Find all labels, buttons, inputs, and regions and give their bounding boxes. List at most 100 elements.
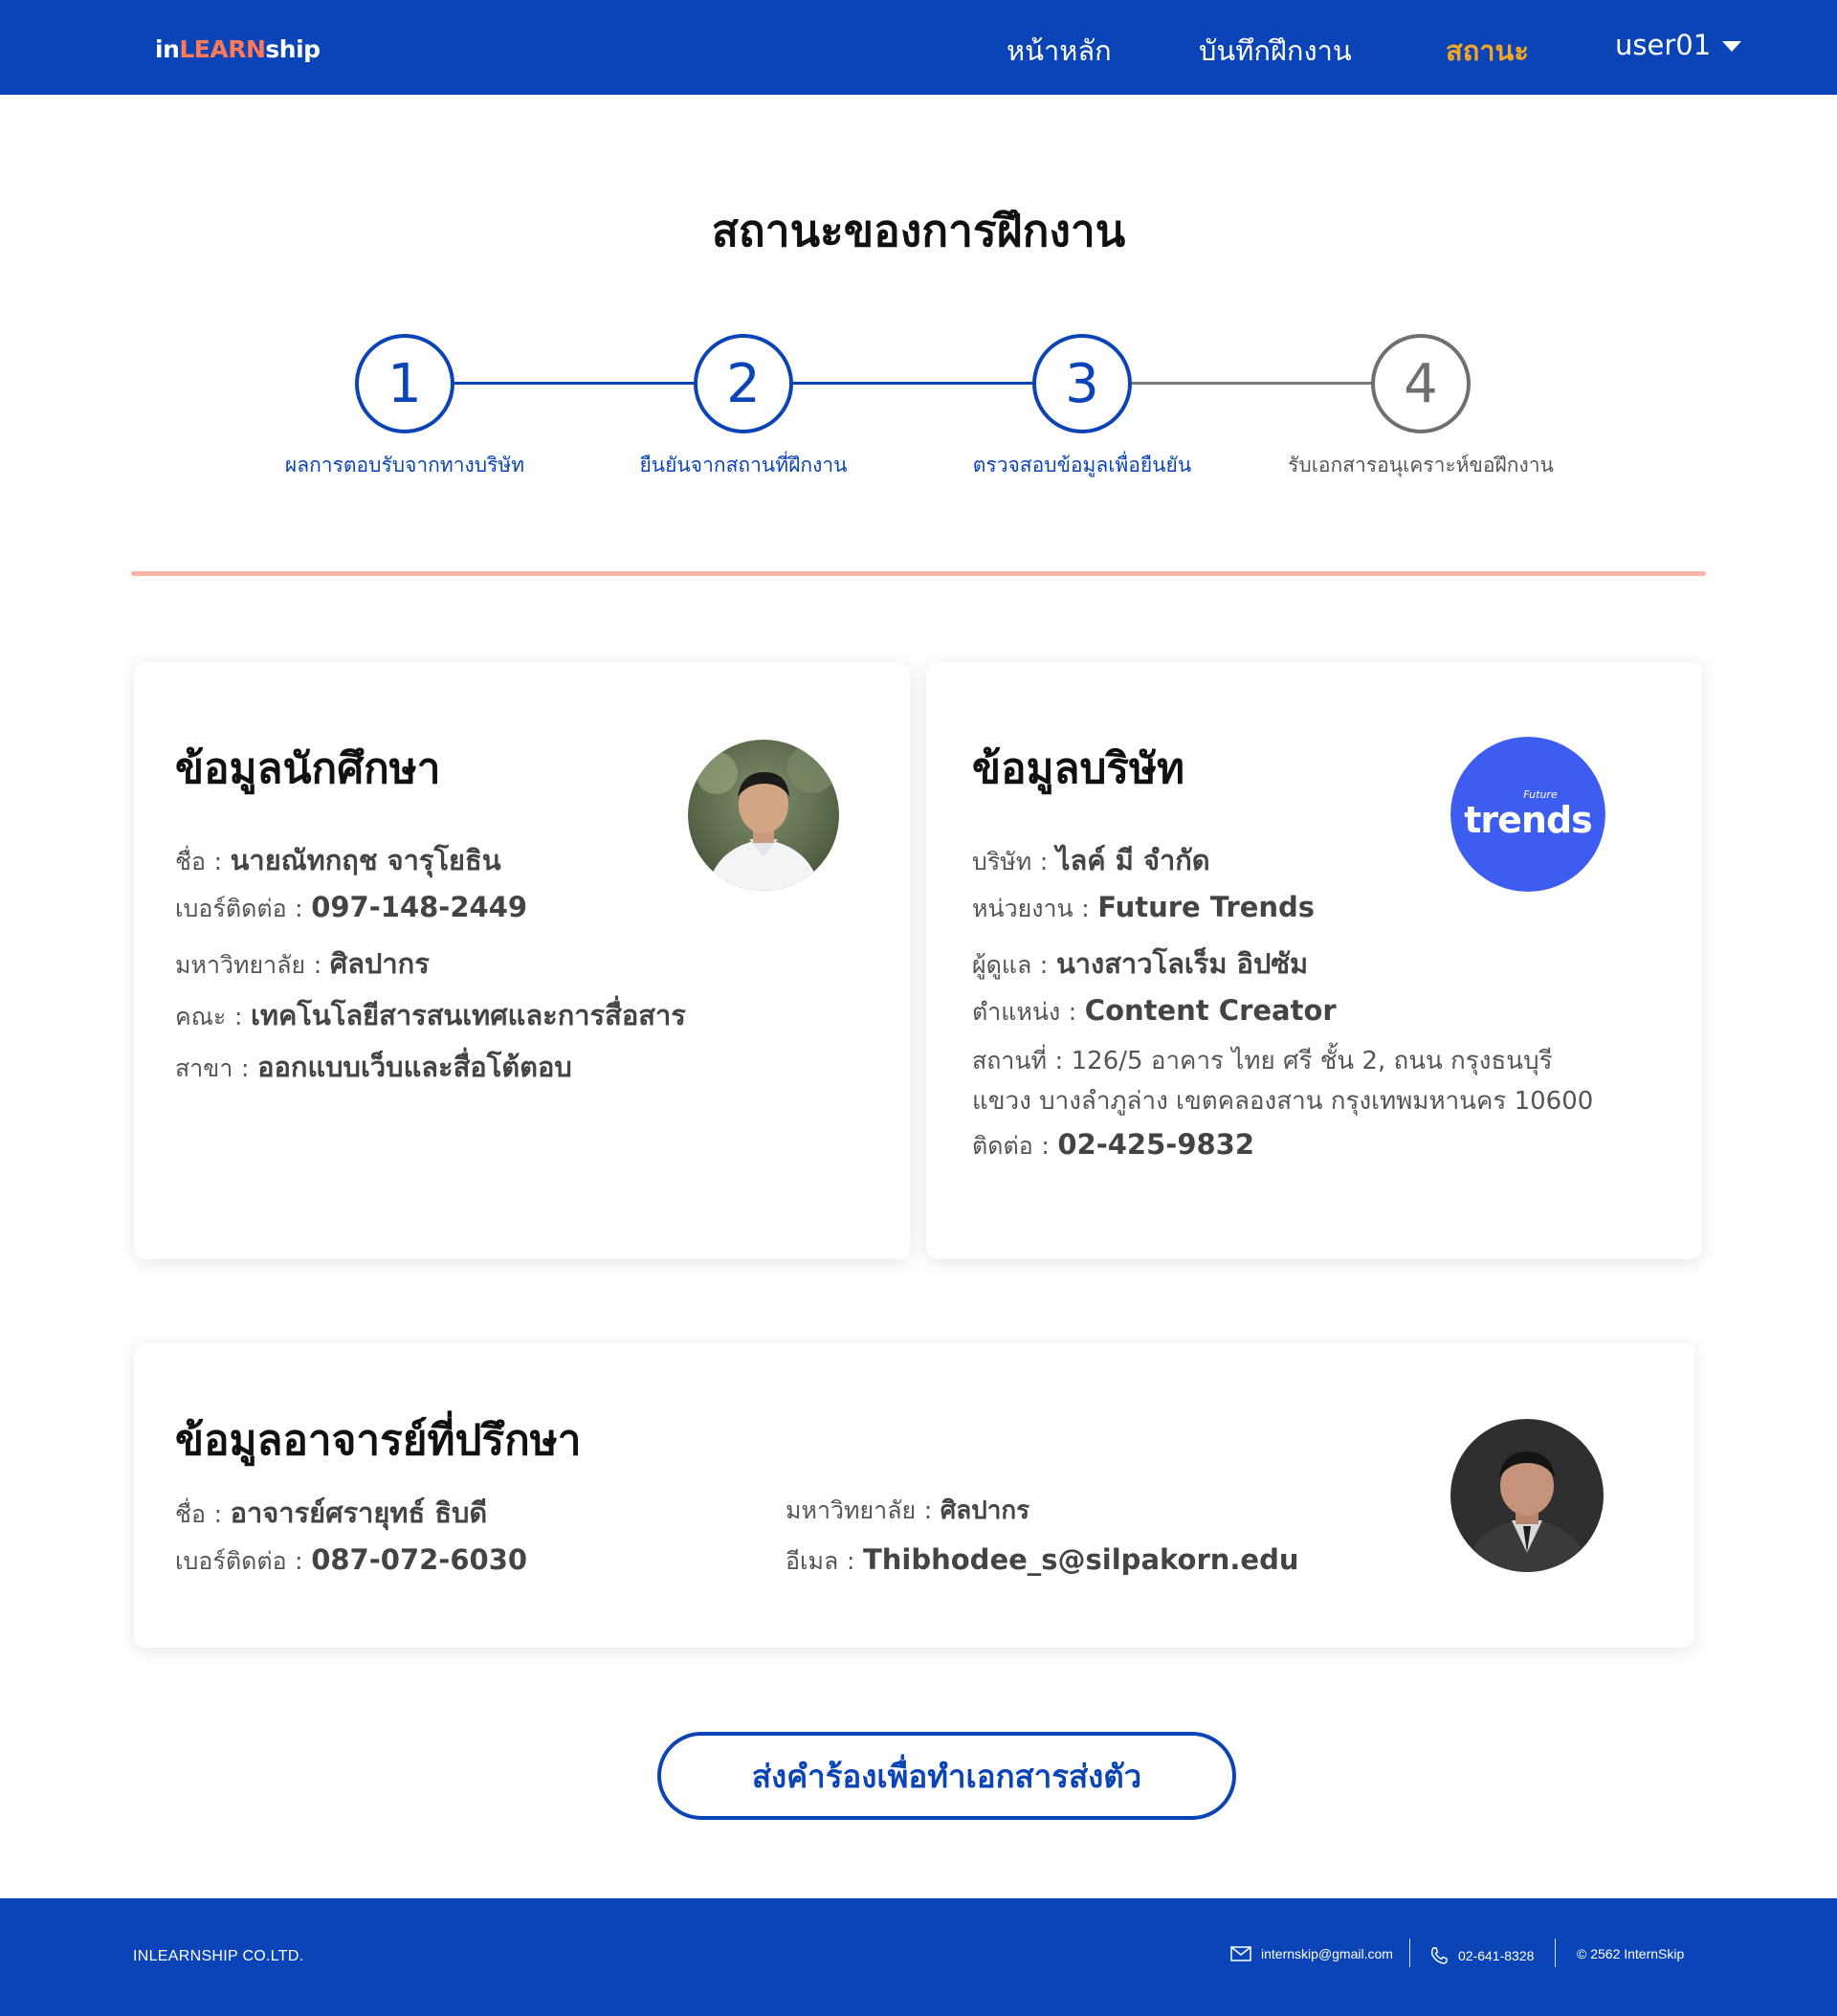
company-position-row: ตำแหน่ง : Content Creator — [972, 993, 1337, 1031]
student-photo — [688, 740, 839, 891]
student-info-card: ข้อมูลนักศึกษา ชื่อ : นายณัทกฤช จารุโยธิ… — [134, 662, 910, 1259]
nav-home[interactable]: หน้าหลัก — [1007, 29, 1112, 73]
footer-phone[interactable]: 02-641-8328 — [1429, 1946, 1534, 1965]
footer-email[interactable]: internskip@gmail.com — [1230, 1946, 1393, 1961]
site-footer: INLEARNSHIP CO.LTD. internskip@gmail.com… — [0, 1898, 1837, 2016]
step-connector — [1132, 382, 1375, 385]
step-connector — [793, 382, 1036, 385]
footer-copyright: © 2562 InternSkip — [1577, 1946, 1685, 1961]
student-faculty-value: เทคโนโลยีสารสนเทศและการสื่อสาร — [250, 999, 686, 1031]
advisor-card-title: ข้อมูลอาจารย์ที่ปรึกษา — [175, 1416, 582, 1465]
advisor-photo — [1450, 1419, 1604, 1572]
nav-internship-log[interactable]: บันทึกฝึกงาน — [1199, 29, 1352, 73]
student-university-row: มหาวิทยาลัย : ศิลปากร — [175, 942, 430, 986]
separator: : — [846, 1547, 855, 1575]
company-supervisor-value: นางสาวโลเร็ม อิปซัม — [1055, 947, 1309, 980]
step-1-circle: 1 — [355, 334, 454, 433]
separator: : — [295, 895, 303, 922]
student-name-value: นายณัทกฤช จารุโยธิน — [230, 844, 501, 876]
student-major-label: สาขา — [175, 1054, 233, 1082]
company-address-row: สถานที่ : 126/5 อาคาร ไทย ศรี ชั้น 2, ถน… — [972, 1041, 1553, 1080]
user-menu[interactable]: user01 — [1615, 29, 1742, 61]
company-address-line2: แขวง บางลำภูล่าง เขตคลองสาน กรุงเทพมหานค… — [972, 1087, 1594, 1116]
student-card-title: ข้อมูลนักศึกษา — [175, 744, 441, 793]
separator: : — [1068, 998, 1077, 1026]
advisor-email-row: อีเมล : Thibhodee_s@silpakorn.edu — [786, 1542, 1298, 1581]
company-unit-row: หน่วยงาน : Future Trends — [972, 890, 1315, 928]
advisor-avatar — [1450, 1419, 1604, 1572]
request-document-button[interactable]: ส่งคำร้องเพื่อทำเอกสารส่งตัว — [657, 1732, 1236, 1820]
separator: : — [1041, 1132, 1050, 1160]
separator: : — [923, 1496, 933, 1524]
nav-status[interactable]: สถานะ — [1446, 29, 1529, 73]
mail-icon — [1230, 1946, 1251, 1961]
site-logo[interactable]: inLEARNship — [155, 35, 321, 63]
company-name-label: บริษัท — [972, 848, 1032, 875]
advisor-phone-label: เบอร์ติดต่อ — [175, 1547, 287, 1575]
company-name-row: บริษัท : ไลค์ มี จำกัด — [972, 838, 1210, 882]
company-unit-label: หน่วยงาน — [972, 895, 1073, 922]
company-card-title: ข้อมูลบริษัท — [972, 744, 1185, 793]
top-navbar: inLEARNship หน้าหลัก บันทึกฝึกงาน สถานะ … — [0, 0, 1837, 95]
company-supervisor-row: ผู้ดูแล : นางสาวโลเร็ม อิปซัม — [972, 942, 1308, 986]
logo-suffix: ship — [265, 35, 321, 63]
advisor-university-label: มหาวิทยาลัย — [786, 1496, 917, 1524]
student-name-label: ชื่อ — [175, 848, 206, 875]
student-avatar — [688, 740, 839, 891]
advisor-email-value: Thibhodee_s@silpakorn.edu — [862, 1543, 1299, 1576]
separator: : — [1081, 895, 1090, 922]
logo-prefix: in — [155, 35, 180, 63]
phone-icon — [1430, 1947, 1448, 1964]
company-logo-big-text: trends — [1464, 798, 1593, 841]
advisor-info-card: ข้อมูลอาจารย์ที่ปรึกษา ชื่อ : อาจารย์ศรา… — [134, 1343, 1694, 1648]
footer-divider — [1555, 1938, 1556, 1967]
step-2-circle: 2 — [694, 334, 793, 433]
separator: : — [1054, 1047, 1064, 1074]
advisor-university-row: มหาวิทยาลัย : ศิลปากร — [786, 1491, 1029, 1530]
separator: : — [313, 951, 322, 979]
separator: : — [295, 1547, 303, 1575]
student-faculty-row: คณะ : เทคโนโลยีสารสนเทศและการสื่อสาร — [175, 993, 686, 1037]
footer-email-text: internskip@gmail.com — [1261, 1946, 1393, 1961]
company-supervisor-label: ผู้ดูแล — [972, 951, 1032, 979]
step-4-label: รับเอกสารอนุเคราะห์ขอฝึกงาน — [1288, 454, 1554, 476]
separator: : — [1039, 951, 1049, 979]
step-connector — [454, 382, 697, 385]
student-university-value: ศิลปากร — [329, 947, 430, 980]
caret-down-icon — [1722, 40, 1742, 52]
student-phone-label: เบอร์ติดต่อ — [175, 895, 287, 922]
footer-brand: INLEARNSHIP CO.LTD. — [133, 1948, 304, 1964]
student-phone-row: เบอร์ติดต่อ : 097-148-2449 — [175, 890, 527, 928]
company-address-label: สถานที่ — [972, 1047, 1048, 1074]
company-name-value: ไลค์ มี จำกัด — [1055, 844, 1210, 876]
advisor-name-value: อาจารย์ศรายุทธ์ ธิบดี — [230, 1496, 488, 1529]
step-4-circle: 4 — [1371, 334, 1471, 433]
company-position-label: ตำแหน่ง — [972, 998, 1061, 1026]
step-2-label: ยืนยันจากสถานที่ฝึกงาน — [639, 454, 848, 476]
section-divider — [131, 571, 1706, 576]
advisor-name-label: ชื่อ — [175, 1500, 206, 1528]
separator: : — [213, 848, 223, 875]
company-contact-label: ติดต่อ — [972, 1132, 1033, 1160]
separator: : — [241, 1054, 250, 1082]
company-address-line1: 126/5 อาคาร ไทย ศรี ชั้น 2, ถนน กรุงธนบุ… — [1071, 1047, 1553, 1075]
company-unit-value: Future Trends — [1097, 891, 1316, 923]
student-major-value: ออกแบบเว็บและสื่อโต้ตอบ — [257, 1051, 572, 1083]
company-logo: Future trends — [1450, 737, 1605, 892]
advisor-name-row: ชื่อ : อาจารย์ศรายุทธ์ ธิบดี — [175, 1491, 487, 1535]
company-info-card: ข้อมูลบริษัท Future trends บริษัท : ไลค์… — [926, 662, 1702, 1259]
step-1-label: ผลการตอบรับจากทางบริษัท — [284, 454, 525, 476]
student-faculty-label: คณะ — [175, 1003, 227, 1030]
logo-middle: LEARN — [179, 35, 266, 63]
advisor-phone-row: เบอร์ติดต่อ : 087-072-6030 — [175, 1542, 527, 1581]
company-address-row-2: แขวง บางลำภูล่าง เขตคลองสาน กรุงเทพมหานค… — [972, 1081, 1593, 1120]
step-3-label: ตรวจสอบข้อมูลเพื่อยืนยัน — [972, 454, 1192, 476]
page-title: สถานะของการฝึกงาน — [711, 205, 1126, 256]
company-contact-value: 02-425-9832 — [1057, 1128, 1255, 1161]
company-position-value: Content Creator — [1084, 994, 1337, 1027]
student-phone-value: 097-148-2449 — [311, 891, 528, 923]
advisor-email-label: อีเมล — [786, 1547, 839, 1575]
footer-divider — [1409, 1938, 1410, 1967]
user-name: user01 — [1615, 29, 1712, 61]
advisor-university-value: ศิลปากร — [940, 1496, 1030, 1525]
